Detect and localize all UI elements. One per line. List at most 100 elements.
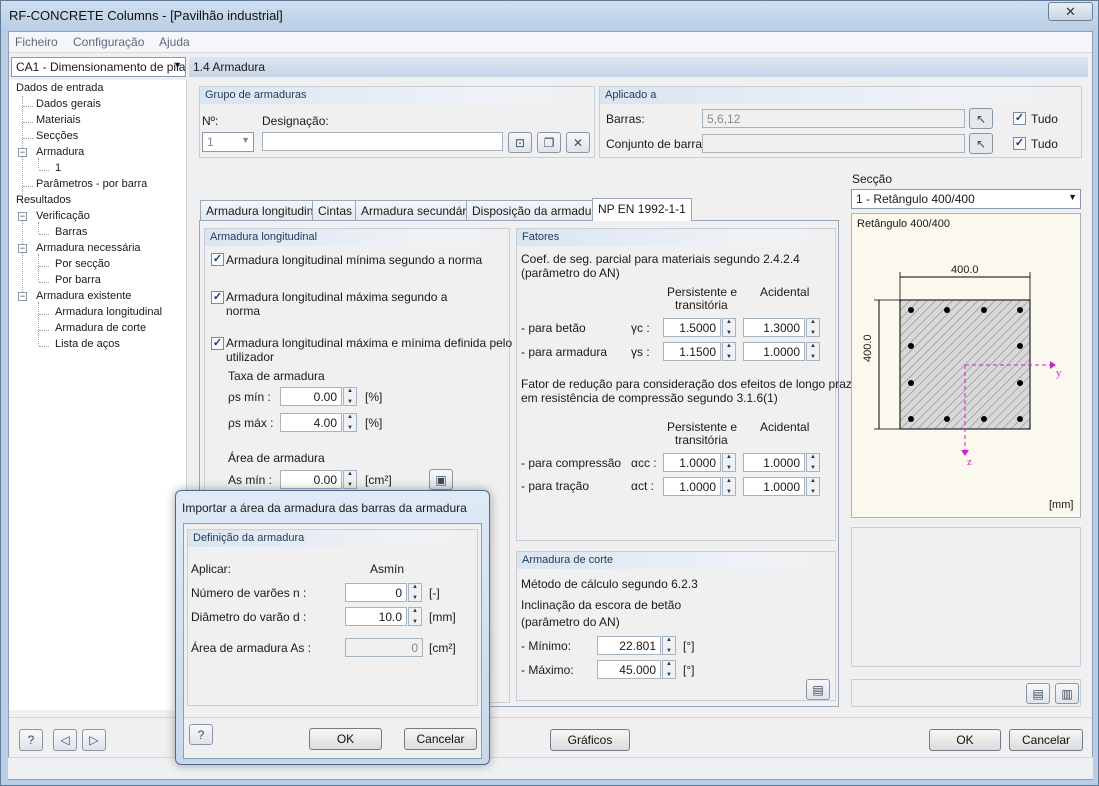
tab-np-en-1992[interactable]: NP EN 1992-1-1 [592, 198, 692, 221]
help-button[interactable]: ? [19, 729, 43, 751]
seccao-select[interactable]: 1 - Retângulo 400/400 ▼ [851, 189, 1081, 209]
gamma-c-persistente-spinner[interactable] [722, 318, 736, 337]
grupo-armaduras-title: Grupo de armaduras [200, 87, 594, 104]
collapse-icon[interactable]: − [18, 244, 27, 253]
tab-disposicao-armadura[interactable]: Disposição da armadura [466, 200, 609, 220]
case-selector[interactable]: CA1 - Dimensionamento de pilar ▼ [11, 57, 186, 77]
rho-min-spinner[interactable] [343, 387, 357, 406]
barras-input[interactable]: 5,6,12 [702, 109, 965, 128]
dialog-help-button[interactable]: ? [189, 724, 213, 745]
alpha-ct-persistente-input[interactable]: 1.0000 [663, 477, 721, 496]
alpha-cc-persistente-input[interactable]: 1.0000 [663, 453, 721, 472]
tree-lista-acos[interactable]: Lista de aços [55, 338, 120, 350]
close-button[interactable]: ✕ [1048, 2, 1093, 21]
rho-max-spinner[interactable] [343, 413, 357, 432]
dialog-ok-button[interactable]: OK [309, 728, 382, 750]
arrow-right-icon: ▷ [89, 733, 99, 747]
import-area-dialog: Importar a área da armadura das barras d… [175, 490, 490, 765]
as-min-spinner[interactable] [343, 470, 357, 489]
collapse-icon[interactable]: − [18, 148, 27, 157]
previous-button[interactable]: ◁ [53, 729, 77, 751]
tree-armadura[interactable]: Armadura [36, 146, 84, 158]
gamma-c-acidental-spinner[interactable] [806, 318, 820, 337]
graficos-button[interactable]: Gráficos [550, 729, 630, 751]
tree-arm-necessaria[interactable]: Armadura necessária [36, 242, 141, 254]
collapse-icon[interactable]: − [18, 292, 27, 301]
rho-min-input[interactable]: 0.00 [280, 387, 342, 406]
maximo-spinner[interactable] [662, 660, 676, 679]
alpha-ct-persistente-spinner[interactable] [722, 477, 736, 496]
cancelar-button[interactable]: Cancelar [1009, 729, 1083, 751]
tree-resultados[interactable]: Resultados [16, 194, 71, 206]
gamma-s-acidental-spinner[interactable] [806, 342, 820, 361]
section-library-button[interactable]: ▥ [1055, 683, 1079, 704]
user-defined-checkbox[interactable]: ✓ [211, 337, 224, 350]
delete-group-button[interactable]: ✕ [566, 132, 590, 153]
section-info-button[interactable]: ▤ [1026, 683, 1050, 704]
import-area-button[interactable]: ▣ [429, 469, 453, 490]
copy-group-button[interactable]: ❐ [537, 132, 561, 153]
alpha-cc-acidental-input[interactable]: 1.0000 [743, 453, 805, 472]
tree-parametros[interactable]: Parâmetros - por barra [36, 178, 147, 190]
tab-armadura-secundaria[interactable]: Armadura secundária [355, 200, 482, 220]
gamma-c-persistente-input[interactable]: 1.5000 [663, 318, 721, 337]
tree-por-seccao[interactable]: Por secção [55, 258, 110, 270]
gamma-s-persistente-spinner[interactable] [722, 342, 736, 361]
gamma-c-acidental-input[interactable]: 1.3000 [743, 318, 805, 337]
as-min-input[interactable]: 0.00 [280, 470, 342, 489]
tree-materiais[interactable]: Materiais [36, 114, 81, 126]
dialog-cancelar-button[interactable]: Cancelar [404, 728, 477, 750]
minimo-spinner[interactable] [662, 636, 676, 655]
next-button[interactable]: ▷ [82, 729, 106, 751]
tab-armadura-longitudinal[interactable]: Armadura longitudinal [200, 200, 329, 220]
minimo-input[interactable]: 22.801 [597, 636, 661, 655]
gamma-s-acidental-input[interactable]: 1.0000 [743, 342, 805, 361]
maximo-input[interactable]: 45.000 [597, 660, 661, 679]
tree-verificacao[interactable]: Verificação [36, 210, 90, 222]
tree-arm-corte[interactable]: Armadura de corte [55, 322, 146, 334]
as-min-label: As mín : [228, 473, 273, 487]
tree-por-barra[interactable]: Por barra [55, 274, 101, 286]
tree-barras[interactable]: Barras [55, 226, 87, 238]
tudo-conjunto-checkbox[interactable]: ✓ [1013, 137, 1026, 150]
minimo-unit: [°] [683, 639, 695, 653]
import-icon: ▣ [435, 472, 447, 487]
ok-button[interactable]: OK [929, 729, 1001, 751]
diametro-input[interactable]: 10.0 [345, 607, 407, 626]
alpha-ct-acidental-spinner[interactable] [806, 477, 820, 496]
designacao-input[interactable] [262, 132, 503, 151]
max-norma-checkbox[interactable]: ✓ [211, 291, 224, 304]
collapse-icon[interactable]: − [18, 212, 27, 221]
min-norma-checkbox[interactable]: ✓ [211, 253, 224, 266]
tree-arm-existente[interactable]: Armadura existente [36, 290, 131, 302]
corte-details-button[interactable]: ▤ [806, 679, 830, 700]
tree-armadura-1[interactable]: 1 [55, 162, 61, 174]
pick-conjunto-button[interactable]: ↖ [969, 133, 993, 154]
gamma-s-persistente-input[interactable]: 1.1500 [663, 342, 721, 361]
tree-dados-entrada[interactable]: Dados de entrada [16, 82, 103, 94]
diametro-spinner[interactable] [408, 607, 422, 626]
tree-arm-longitudinal[interactable]: Armadura longitudinal [55, 306, 162, 318]
alpha-cc-acidental-spinner[interactable] [806, 453, 820, 472]
numero-varoes-input[interactable]: 0 [345, 583, 407, 602]
maximo-label: - Máximo: [521, 663, 574, 677]
group-number-select[interactable]: 1 ▼ [202, 132, 254, 152]
user-defined-label-1: Armadura longitudinal máxima e mínima de… [226, 336, 513, 350]
tab-cintas[interactable]: Cintas [312, 200, 359, 220]
menu-ficheiro[interactable]: Ficheiro [15, 35, 58, 49]
menu-configuracao[interactable]: Configuração [73, 35, 144, 49]
definicao-panel: Definição da armadura Aplicar: Asmín Núm… [187, 529, 478, 706]
numero-varoes-spinner[interactable] [408, 583, 422, 602]
as-min-column: Asmín [370, 562, 405, 576]
pick-barras-button[interactable]: ↖ [969, 108, 993, 129]
conjunto-input[interactable] [702, 134, 965, 153]
rho-max-input[interactable]: 4.00 [280, 413, 342, 432]
tree-dados-gerais[interactable]: Dados gerais [36, 98, 101, 110]
new-group-button[interactable]: ⊡ [508, 132, 532, 153]
tudo-barras-checkbox[interactable]: ✓ [1013, 112, 1026, 125]
tree-seccoes[interactable]: Secções [36, 130, 78, 142]
menu-ajuda[interactable]: Ajuda [159, 35, 190, 49]
alpha-cc-persistente-spinner[interactable] [722, 453, 736, 472]
coef-line-2: (parâmetro do AN) [521, 266, 620, 280]
alpha-ct-acidental-input[interactable]: 1.0000 [743, 477, 805, 496]
